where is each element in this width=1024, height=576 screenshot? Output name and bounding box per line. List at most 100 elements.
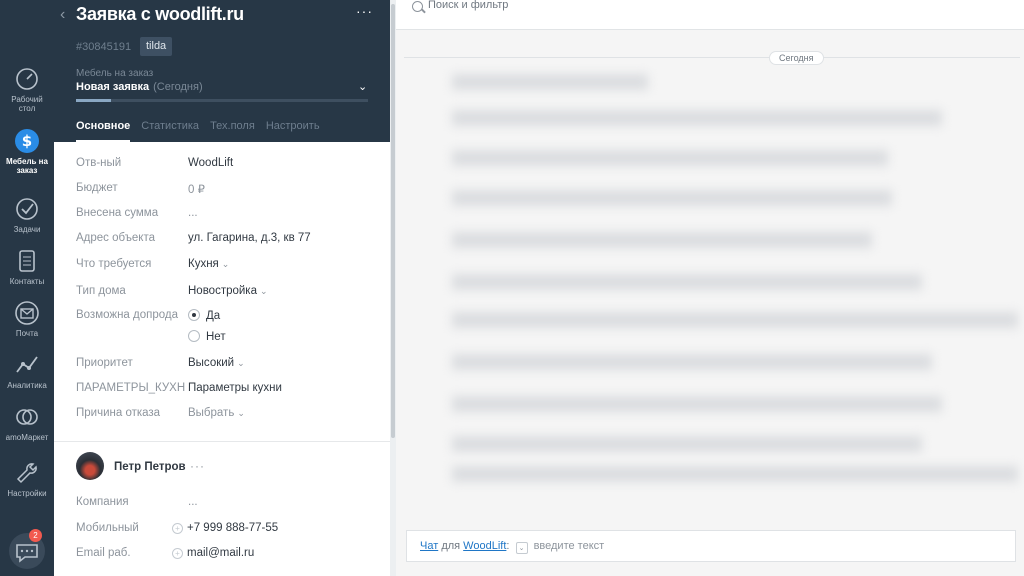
- search-input[interactable]: [428, 0, 728, 11]
- nav-item-contacts[interactable]: Контакты: [0, 248, 54, 286]
- pipeline-name: Мебель на заказ: [76, 68, 154, 79]
- nav-label: заказ: [16, 166, 38, 175]
- field-value[interactable]: ...: [188, 496, 198, 508]
- nav-label: Задачи: [13, 225, 41, 234]
- card-title[interactable]: Заявка с woodlift.ru: [76, 4, 244, 25]
- field-label: Компания: [76, 496, 129, 508]
- blurred-feed-item: [452, 110, 942, 126]
- field-label: Приоритет: [76, 357, 133, 369]
- chevron-down-icon[interactable]: ⌄: [515, 542, 528, 554]
- field-select[interactable]: Кухня ⌄: [188, 258, 229, 270]
- chat-type-link[interactable]: Чат: [420, 540, 438, 552]
- contacts-icon: [19, 250, 35, 272]
- blurred-feed-item: [452, 396, 942, 412]
- nav-label: Мебель на: [6, 157, 48, 166]
- date-label: Сегодня: [769, 51, 824, 65]
- radio-label: Да: [206, 310, 221, 322]
- field-select[interactable]: Выбрать ⌄: [188, 407, 245, 419]
- search-icon: [412, 1, 423, 12]
- svg-text:$: $: [22, 132, 32, 150]
- wrench-icon: [16, 463, 37, 484]
- nav-item-mail[interactable]: Почта: [0, 300, 54, 338]
- nav-label: Настройки: [7, 489, 47, 498]
- chevron-down-icon: ⌄: [260, 286, 268, 296]
- market-icon: [16, 409, 38, 425]
- tab-tech-fields[interactable]: Тех.поля: [210, 120, 255, 142]
- nav-item-analytics[interactable]: Аналитика: [0, 352, 54, 390]
- radio-label: Нет: [206, 331, 226, 343]
- field-value[interactable]: Параметры кухни: [188, 382, 282, 394]
- field-value[interactable]: ул. Гагарина, д.3, кв 77: [188, 232, 311, 244]
- blurred-feed-item: [452, 150, 888, 166]
- tab-main[interactable]: Основное: [76, 120, 131, 142]
- stage-selector[interactable]: Новая заявка (Сегодня): [76, 81, 203, 93]
- blurred-feed-item: [452, 466, 1018, 482]
- nav-item-market[interactable]: amoМаркет: [0, 404, 54, 442]
- chevron-down-icon[interactable]: ⌄: [358, 80, 367, 93]
- blurred-feed-item: [452, 354, 932, 370]
- tab-statistics[interactable]: Статистика: [141, 120, 199, 142]
- field-value: Высокий: [188, 357, 235, 369]
- field-value: Кухня: [188, 258, 219, 270]
- field-label: Тип дома: [76, 285, 126, 297]
- chat-target-link[interactable]: WoodLift: [463, 540, 506, 552]
- field-label: Адрес объекта: [76, 232, 155, 244]
- composer-text[interactable]: Чат для WoodLift: ⌄ введите текст: [420, 540, 604, 554]
- stage-date: (Сегодня): [153, 81, 203, 93]
- nav-label: стол: [18, 104, 36, 113]
- plus-icon: +: [172, 548, 183, 559]
- field-label: Возможна допрода: [76, 309, 178, 321]
- field-value: +7 999 888-77-55: [187, 522, 279, 534]
- card-scroll-thumb[interactable]: [391, 4, 395, 438]
- blurred-feed-item: [452, 274, 922, 290]
- field-value: Новостройка: [188, 285, 257, 297]
- contact-section: Петр Петров ··· Компания ... Мобильный +…: [54, 442, 390, 576]
- card-more-menu[interactable]: ···: [356, 3, 373, 19]
- blurred-feed-item: [452, 190, 892, 206]
- tab-configure[interactable]: Настроить: [266, 120, 320, 142]
- field-label: Email раб.: [76, 547, 131, 559]
- card-tag[interactable]: tilda: [140, 37, 173, 56]
- radio-no[interactable]: Нет: [188, 330, 226, 343]
- field-value[interactable]: 0 ₽: [188, 182, 205, 196]
- contact-avatar[interactable]: [76, 452, 104, 480]
- nav-item-pipeline[interactable]: $ Мебель на заказ: [0, 128, 54, 175]
- nav-item-settings[interactable]: Настройки: [0, 460, 54, 498]
- contact-name[interactable]: Петр Петров: [114, 461, 186, 473]
- blurred-feed-item: [452, 312, 1018, 328]
- nav-item-dashboard[interactable]: Рабочий стол: [0, 66, 54, 113]
- contact-more-menu[interactable]: ···: [190, 459, 205, 473]
- field-label: Причина отказа: [76, 407, 161, 419]
- back-chevron-icon[interactable]: ‹: [60, 6, 65, 24]
- field-phone[interactable]: + +7 999 888-77-55: [172, 522, 278, 534]
- radio-button: [188, 330, 200, 342]
- blurred-feed-item: [452, 74, 648, 90]
- nav-label: amoМаркет: [5, 433, 49, 442]
- field-label: Отв-ный: [76, 157, 122, 169]
- nav-item-tasks[interactable]: Задачи: [0, 196, 54, 234]
- speedometer-icon: [16, 68, 38, 90]
- field-value: mail@mail.ru: [187, 547, 255, 559]
- chevron-down-icon: ⌄: [237, 408, 245, 418]
- nav-label: Рабочий: [11, 95, 43, 104]
- composer-colon: :: [506, 540, 510, 552]
- blurred-feed-item: [452, 436, 922, 452]
- field-select[interactable]: Новостройка ⌄: [188, 285, 268, 297]
- chat-badge: 2: [29, 529, 42, 542]
- field-select[interactable]: Высокий ⌄: [188, 357, 245, 369]
- blurred-feed-item: [452, 232, 872, 248]
- stage-progress: [76, 99, 368, 102]
- mail-icon: [15, 301, 39, 325]
- field-value[interactable]: ...: [188, 207, 198, 219]
- stage-progress-fill: [76, 99, 112, 102]
- field-value[interactable]: WoodLift: [188, 157, 233, 169]
- nav-label: Аналитика: [7, 381, 47, 390]
- radio-button-checked: [188, 309, 200, 321]
- field-email[interactable]: + mail@mail.ru: [172, 547, 254, 559]
- nav-label: Почта: [15, 329, 39, 338]
- field-label: Мобильный: [76, 522, 139, 534]
- field-label: ПАРАМЕТРЫ_КУХН: [76, 382, 186, 394]
- radio-yes[interactable]: Да: [188, 309, 220, 322]
- composer-for: для: [441, 540, 461, 552]
- checkmark-icon: [16, 198, 38, 220]
